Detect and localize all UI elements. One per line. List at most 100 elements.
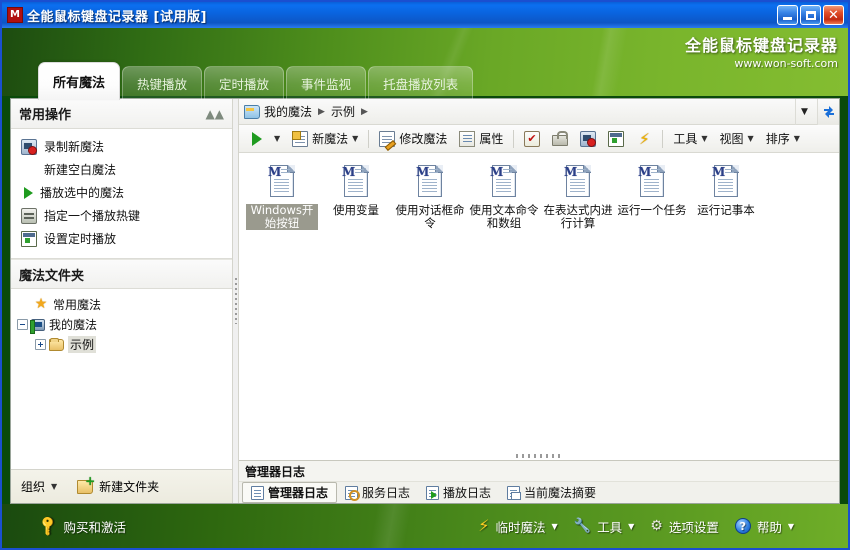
pane-resize-grip[interactable] <box>516 454 562 458</box>
breadcrumb-example[interactable]: 示例 <box>331 103 355 120</box>
breadcrumb-dropdown-icon[interactable]: ▼ <box>795 98 813 125</box>
schedule-button[interactable] <box>602 127 630 150</box>
op-label: 录制新魔法 <box>44 140 105 154</box>
chevron-down-icon: ▼ <box>628 521 635 531</box>
breadcrumb: 我的魔法 ▶ 示例 ▶ ▼ <box>239 98 839 125</box>
macro-document-icon: M <box>562 165 594 201</box>
tree-item-example[interactable]: 示例 <box>15 334 232 354</box>
file-label: Windows开始按钮 <box>246 204 318 230</box>
chevron-up-icon[interactable]: ▲▲ <box>206 107 224 121</box>
op-assign-hotkey[interactable]: 指定一个播放热键 <box>11 204 232 227</box>
tools-menu[interactable]: 工具 ▼ <box>667 127 713 150</box>
op-record-new-magic[interactable]: 录制新魔法 <box>11 135 232 158</box>
op-play-selected-magic[interactable]: 播放选中的魔法 <box>11 181 232 204</box>
log-tab-service[interactable]: 服务日志 <box>337 482 418 503</box>
expand-expander-icon[interactable] <box>35 338 46 350</box>
tab-scheduled-play[interactable]: 定时播放 <box>204 66 285 100</box>
checklist-button[interactable] <box>518 127 546 150</box>
file-item[interactable]: M 使用变量 <box>319 163 393 236</box>
common-ops-list: 录制新魔法 新建空白魔法 播放选中的魔法 指定一个播放热键 设置定时播放 <box>11 129 232 259</box>
collapse-expander-icon[interactable] <box>17 318 28 330</box>
wrench-icon: 🔧 <box>573 518 592 534</box>
document-icon <box>251 485 264 500</box>
macro-document-icon: M <box>488 165 520 201</box>
options-settings-button[interactable]: ⚙ 选项设置 <box>642 513 727 540</box>
common-ops-header[interactable]: 常用操作 ▲▲ <box>11 99 232 129</box>
file-icon-view[interactable]: M Windows开始按钮 M 使用变量 M 使用对话框命令 M 使用文本命令和… <box>239 153 839 460</box>
schedule-icon <box>608 130 625 147</box>
chevron-right-icon[interactable]: ▶ <box>316 107 327 117</box>
play-button[interactable] <box>243 127 268 150</box>
new-magic-button[interactable]: 新魔法 ▼ <box>286 127 364 150</box>
record-button[interactable] <box>574 127 602 150</box>
help-menu[interactable]: ? 帮助 ▼ <box>727 513 802 540</box>
folders-header: 魔法文件夹 <box>11 259 232 289</box>
file-item[interactable]: M 运行记事本 <box>689 163 763 236</box>
tools-label-bottom: 工具 <box>597 519 623 535</box>
minimize-button[interactable] <box>777 5 798 25</box>
temp-magic-menu[interactable]: ⚡ 临时魔法 ▼ <box>470 513 565 540</box>
bolt-icon: ⚡ <box>639 129 650 148</box>
close-button[interactable]: ✕ <box>823 5 844 25</box>
tree-item-my-magic[interactable]: 我的魔法 <box>15 314 232 334</box>
chevron-down-icon[interactable]: ▼ <box>51 482 57 491</box>
log-tab-label: 服务日志 <box>362 486 411 500</box>
toolbar-divider <box>513 129 515 148</box>
new-folder-button[interactable]: 新建文件夹 <box>99 478 159 495</box>
view-menu[interactable]: 视图 ▼ <box>714 127 760 150</box>
tab-all-magic[interactable]: 所有魔法 <box>38 62 121 100</box>
purchase-activate-button[interactable]: 🔑 购买和激活 <box>32 513 134 540</box>
op-new-blank-magic[interactable]: 新建空白魔法 <box>11 158 232 181</box>
tree-item-label: 常用魔法 <box>53 297 102 312</box>
log-tab-manager[interactable]: 管理器日志 <box>242 482 338 503</box>
new-folder-icon <box>77 475 95 494</box>
log-tab-label: 当前魔法摘要 <box>524 486 597 500</box>
edit-magic-label: 修改魔法 <box>399 132 448 146</box>
sort-menu[interactable]: 排序 ▼ <box>760 127 806 150</box>
bottom-bar-right: ⚡ 临时魔法 ▼ 🔧 工具 ▼ ⚙ 选项设置 ? 帮助 ▼ <box>470 513 802 540</box>
properties-button[interactable]: 属性 <box>453 127 509 150</box>
file-item[interactable]: M 运行一个任务 <box>615 163 689 236</box>
main-toolbar: ▼ 新魔法 ▼ 修改魔法 属性 ✔ ⚡ 工具 ▼ 视图 ▼ 排序 ▼ <box>239 125 839 153</box>
maximize-button[interactable] <box>800 5 821 25</box>
options-settings-label: 选项设置 <box>668 519 719 535</box>
refresh-icon[interactable] <box>817 98 839 125</box>
lock-button[interactable] <box>546 127 574 150</box>
op-set-schedule[interactable]: 设置定时播放 <box>11 227 232 250</box>
log-tab-playback[interactable]: 播放日志 <box>418 482 499 503</box>
play-icon <box>252 131 262 146</box>
close-icon: ✕ <box>828 7 839 23</box>
play-dropdown-button[interactable]: ▼ <box>268 127 286 150</box>
op-label: 指定一个播放热键 <box>44 209 141 223</box>
op-label: 播放选中的魔法 <box>40 186 125 200</box>
chevron-down-icon: ▼ <box>352 134 359 143</box>
tab-hotkey-play[interactable]: 热键播放 <box>122 66 203 100</box>
file-item[interactable]: M Windows开始按钮 <box>245 163 319 236</box>
breadcrumb-my-magic[interactable]: 我的魔法 <box>264 103 312 120</box>
log-tab-summary[interactable]: 当前魔法摘要 <box>499 482 604 503</box>
folders-title: 魔法文件夹 <box>19 268 85 284</box>
window-title: 全能鼠标键盘记录器 [试用版] <box>27 9 207 25</box>
log-tabs: 管理器日志 服务日志 播放日志 当前魔法摘要 <box>239 481 839 503</box>
sort-label: 排序 <box>765 132 790 146</box>
keyboard-icon <box>21 207 37 224</box>
tab-tray-playlist[interactable]: 托盘播放列表 <box>368 66 474 100</box>
log-tab-label: 播放日志 <box>443 486 492 500</box>
file-item[interactable]: M 使用文本命令和数组 <box>467 163 541 236</box>
tree-item-common-magic[interactable]: ★ 常用魔法 <box>15 294 232 314</box>
bolt-button[interactable]: ⚡ <box>630 127 658 150</box>
chevron-right-icon[interactable]: ▶ <box>359 107 370 117</box>
sidebar-footer: 组织 ▼ 新建文件夹 <box>11 469 232 503</box>
organize-button[interactable]: 组织 <box>21 478 45 495</box>
brand-name: 全能鼠标键盘记录器 <box>684 36 838 55</box>
log-tab-label: 管理器日志 <box>268 486 329 500</box>
record-icon <box>580 130 597 147</box>
file-grid: M Windows开始按钮 M 使用变量 M 使用对话框命令 M 使用文本命令和… <box>245 163 833 236</box>
file-item[interactable]: M 在表达式内进行计算 <box>541 163 615 236</box>
tab-event-monitor[interactable]: 事件监视 <box>286 66 367 100</box>
tree-item-label: 示例 <box>68 335 97 353</box>
edit-magic-button[interactable]: 修改魔法 <box>373 127 453 150</box>
folder-tree[interactable]: ★ 常用魔法 我的魔法 示例 <box>11 289 232 469</box>
tools-menu-bottom[interactable]: 🔧 工具 ▼ <box>566 513 643 540</box>
file-item[interactable]: M 使用对话框命令 <box>393 163 467 236</box>
